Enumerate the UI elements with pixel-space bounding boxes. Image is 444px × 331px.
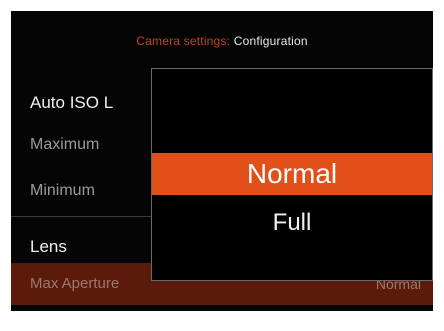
option-normal[interactable]: Normal bbox=[152, 153, 432, 195]
camera-screen: Camera settings: Configuration Auto ISO … bbox=[11, 11, 433, 311]
breadcrumb-parent: Camera settings bbox=[136, 34, 227, 48]
options-popup: Normal Full bbox=[151, 68, 433, 281]
menu-item-label: Minimum bbox=[30, 182, 95, 199]
option-full[interactable]: Full bbox=[152, 203, 432, 243]
menu-item-label: Auto ISO L bbox=[30, 93, 114, 112]
breadcrumb-separator: : bbox=[226, 34, 231, 48]
breadcrumb-current: Configuration bbox=[233, 34, 308, 48]
menu-item-label: Maximum bbox=[30, 136, 100, 153]
menu-item-label: Max Aperture bbox=[30, 275, 120, 292]
breadcrumb: Camera settings: Configuration bbox=[11, 11, 433, 71]
